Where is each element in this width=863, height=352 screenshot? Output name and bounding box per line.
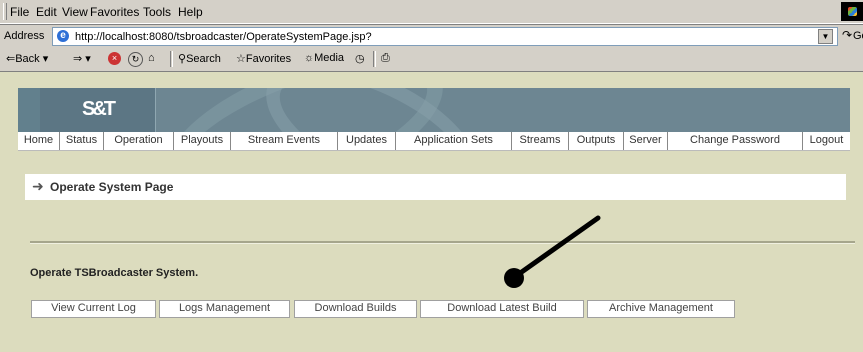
app-header-banner: S&T <box>18 88 850 133</box>
search-button[interactable]: ⚲Search <box>178 52 221 65</box>
history-icon: ◷ <box>355 53 365 65</box>
nav-stream-events[interactable]: Stream Events <box>231 132 338 150</box>
menu-file[interactable]: File <box>10 5 29 19</box>
home-button[interactable]: ⌂ <box>148 52 155 64</box>
logs-management-button[interactable]: Logs Management <box>159 300 290 318</box>
menu-view[interactable]: View <box>62 5 88 19</box>
menu-help[interactable]: Help <box>178 5 203 19</box>
menu-edit[interactable]: Edit <box>36 5 57 19</box>
favorites-icon: ☆ <box>236 53 246 65</box>
header-decoration <box>245 88 499 133</box>
nav-change-password[interactable]: Change Password <box>668 132 803 150</box>
refresh-icon: ↻ <box>128 52 143 67</box>
go-button[interactable]: Go <box>853 30 863 42</box>
go-arrow-icon[interactable]: ↷ <box>842 28 852 42</box>
page-title-box: ➜ Operate System Page <box>25 174 846 200</box>
app-logo: S&T <box>82 98 116 120</box>
search-icon: ⚲ <box>178 53 187 65</box>
address-dropdown-button[interactable]: ▼ <box>818 29 833 44</box>
address-label: Address <box>4 30 45 42</box>
toolbar-separator <box>373 51 376 67</box>
address-bar: Address e http://localhost:8080/tsbroadc… <box>0 24 863 48</box>
refresh-button[interactable]: ↻ <box>128 52 143 67</box>
menu-favorites[interactable]: Favorites <box>90 5 139 19</box>
ie-page-icon: e <box>57 30 69 42</box>
nav-playouts[interactable]: Playouts <box>174 132 231 150</box>
nav-operation[interactable]: Operation <box>104 132 174 150</box>
forward-button[interactable]: ⇒ ▾ <box>73 52 91 65</box>
nav-application-sets[interactable]: Application Sets <box>396 132 512 150</box>
back-button[interactable]: ⇐Back ▾ <box>6 52 48 65</box>
media-icon: ☼ <box>304 52 315 64</box>
download-latest-build-button[interactable]: Download Latest Build <box>420 300 584 318</box>
header-panel <box>18 88 41 133</box>
address-input[interactable]: e http://localhost:8080/tsbroadcaster/Op… <box>52 27 838 46</box>
nav-updates[interactable]: Updates <box>338 132 396 150</box>
nav-server[interactable]: Server <box>624 132 668 150</box>
print-button[interactable]: ⎙ <box>381 52 390 65</box>
nav-streams[interactable]: Streams <box>512 132 569 150</box>
home-icon: ⌂ <box>148 52 155 64</box>
forward-arrow-icon: ⇒ <box>73 53 83 65</box>
media-button[interactable]: ☼Media <box>304 52 344 64</box>
toolbar-grip <box>3 3 7 20</box>
stop-button[interactable]: × <box>108 52 121 65</box>
nav-logout[interactable]: Logout <box>803 132 850 150</box>
nav-outputs[interactable]: Outputs <box>569 132 624 150</box>
browser-toolbar: ⇐Back ▾ ⇒ ▾ × ↻ ⌂ ⚲Search ☆Favorites ☼Me… <box>0 47 863 72</box>
nav-home[interactable]: Home <box>18 132 60 150</box>
section-label: Operate TSBroadcaster System. <box>30 267 199 279</box>
arrow-right-icon: ➜ <box>32 178 44 194</box>
address-url[interactable]: http://localhost:8080/tsbroadcaster/Oper… <box>75 31 372 43</box>
pointer-arrow-annotation <box>504 215 601 288</box>
download-builds-button[interactable]: Download Builds <box>294 300 417 318</box>
browser-menu-bar: File Edit View Favorites Tools Help <box>0 0 863 24</box>
history-button[interactable]: ◷ <box>355 52 365 65</box>
toolbar-separator <box>170 51 173 67</box>
stop-icon: × <box>108 52 121 65</box>
nav-status[interactable]: Status <box>60 132 104 150</box>
view-current-log-button[interactable]: View Current Log <box>31 300 156 318</box>
favorites-button[interactable]: ☆Favorites <box>236 52 291 65</box>
archive-management-button[interactable]: Archive Management <box>587 300 735 318</box>
main-nav: Home Status Operation Playouts Stream Ev… <box>18 132 850 151</box>
back-arrow-icon: ⇐ <box>6 53 16 65</box>
windows-logo-icon <box>841 2 863 21</box>
print-icon: ⎙ <box>381 52 390 64</box>
section-divider <box>30 241 855 244</box>
menu-tools[interactable]: Tools <box>143 5 171 19</box>
page-content: S&T Home Status Operation Playouts Strea… <box>0 72 863 352</box>
page-title: Operate System Page <box>50 180 174 194</box>
